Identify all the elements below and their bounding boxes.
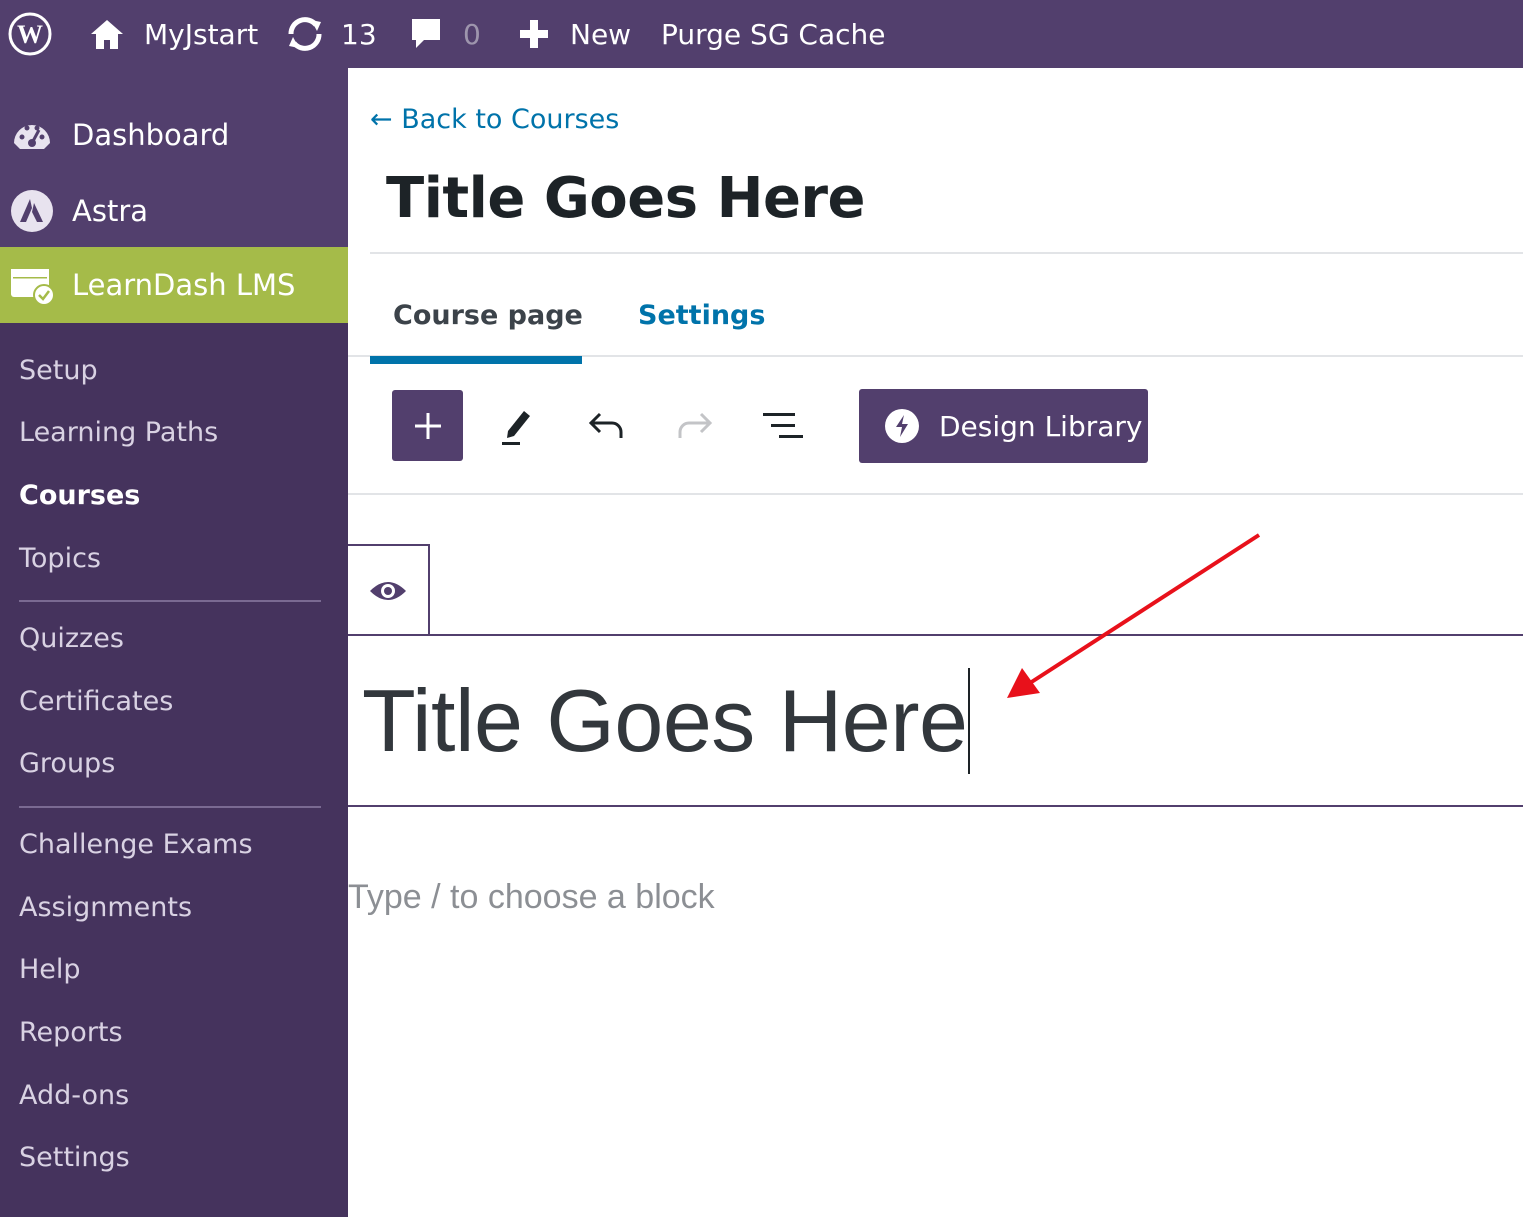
comments-count: 0 [463, 17, 481, 51]
tab-course-page[interactable]: Course page [393, 300, 583, 331]
title-block-border [348, 634, 1523, 636]
updates-link[interactable]: 13 [285, 0, 377, 68]
eye-icon [370, 582, 406, 600]
design-library-label: Design Library [939, 409, 1143, 443]
astra-icon [11, 190, 53, 232]
new-content-link[interactable]: New [518, 0, 631, 68]
list-view-icon [763, 413, 803, 438]
learndash-icon [11, 269, 54, 306]
submenu-groups[interactable]: Groups [19, 748, 115, 779]
purge-label: Purge SG Cache [661, 17, 886, 51]
visibility-toggle[interactable] [348, 544, 430, 636]
dashboard-icon [14, 125, 50, 149]
submenu-separator [19, 806, 321, 808]
text-cursor [968, 668, 970, 774]
tab-settings[interactable]: Settings [638, 300, 765, 331]
sidebar-item-dashboard[interactable]: Dashboard [0, 97, 348, 173]
submenu-settings[interactable]: Settings [19, 1142, 130, 1173]
updates-count: 13 [341, 17, 377, 51]
edit-mode-button[interactable] [492, 402, 540, 450]
submenu-challenge-exams[interactable]: Challenge Exams [19, 829, 253, 860]
submenu-add-ons[interactable]: Add-ons [19, 1080, 129, 1111]
redo-icon [678, 412, 713, 438]
undo-button[interactable] [582, 404, 630, 448]
submenu-quizzes[interactable]: Quizzes [19, 623, 124, 654]
admin-bar: W MyJstart 13 0 New Purge SG Cache [0, 0, 1523, 68]
header-divider [370, 252, 1523, 254]
new-label: New [570, 17, 632, 51]
submenu-reports[interactable]: Reports [19, 1017, 123, 1048]
plus-icon [520, 20, 548, 48]
back-to-courses-link[interactable]: ← Back to Courses [370, 104, 619, 135]
site-link[interactable]: MyJstart [89, 0, 258, 68]
submenu-help[interactable]: Help [19, 954, 81, 985]
active-tab-indicator [370, 356, 582, 364]
admin-sidebar: Dashboard Astra LearnDash LMS Setup Lear… [0, 68, 348, 1217]
submenu-separator [19, 600, 321, 602]
wordpress-logo-icon[interactable]: W [8, 0, 52, 68]
title-block-border [348, 805, 1523, 807]
toolbar-divider [348, 493, 1523, 495]
purge-cache-link[interactable]: Purge SG Cache [661, 0, 886, 68]
starter-templates-icon [885, 409, 919, 443]
post-title-input[interactable]: Title Goes Here [362, 670, 968, 772]
sidebar-item-label: Astra [72, 194, 149, 228]
submenu-assignments[interactable]: Assignments [19, 892, 192, 923]
page-title: Title Goes Here [386, 166, 866, 231]
site-name: MyJstart [144, 17, 259, 51]
document-outline-button[interactable] [758, 404, 808, 448]
sidebar-item-label: Dashboard [72, 118, 230, 152]
svg-text:W: W [17, 20, 43, 49]
sidebar-item-astra[interactable]: Astra [0, 173, 348, 249]
submenu-courses[interactable]: Courses [19, 480, 140, 511]
submenu-learning-paths[interactable]: Learning Paths [19, 417, 218, 448]
comments-link[interactable]: 0 [410, 0, 481, 68]
home-icon [91, 20, 123, 49]
design-library-button[interactable]: Design Library [859, 389, 1148, 463]
submenu-certificates[interactable]: Certificates [19, 686, 173, 717]
submenu-setup[interactable]: Setup [19, 355, 98, 386]
sidebar-item-label: LearnDash LMS [72, 268, 296, 302]
undo-icon [588, 412, 623, 438]
redo-button[interactable] [671, 404, 719, 448]
submenu-topics[interactable]: Topics [19, 543, 101, 574]
updates-icon [288, 17, 322, 51]
plus-icon [414, 412, 441, 439]
sidebar-item-learndash[interactable]: LearnDash LMS [0, 247, 348, 323]
comment-icon [412, 19, 440, 48]
add-block-button[interactable] [392, 390, 463, 461]
pencil-icon [502, 411, 530, 445]
block-placeholder[interactable]: Type / to choose a block [348, 878, 715, 917]
